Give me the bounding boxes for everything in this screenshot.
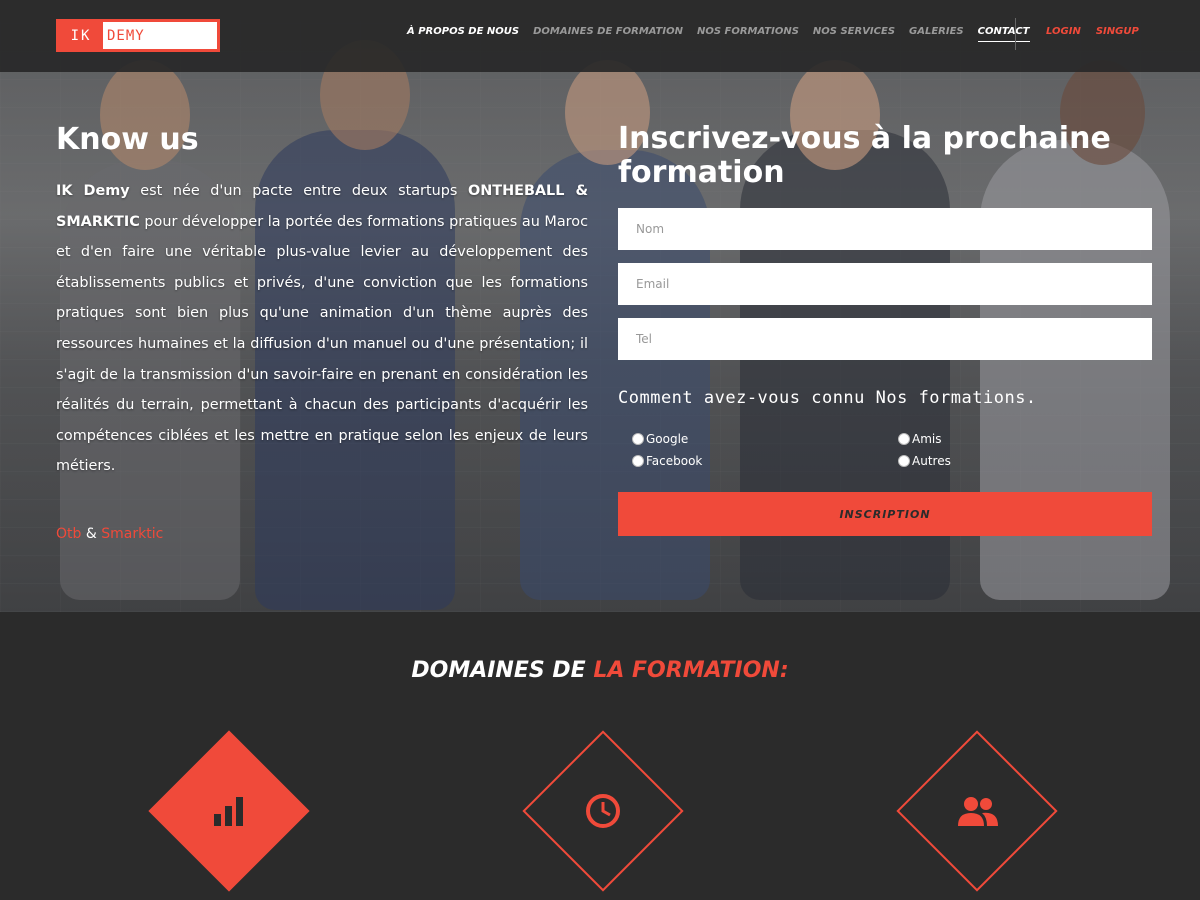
domaines-title-red: LA FORMATION: [593,658,789,683]
name-input[interactable]: Nom [618,208,1152,250]
radio-label: Facebook [646,454,703,468]
know-us-title: Know us [56,122,199,157]
tel-input[interactable]: Tel [618,318,1152,360]
nav-item-contact[interactable]: CONTACT [977,26,1030,42]
know-us-text: IK Demy est née d'un pacte entre deux st… [56,176,588,482]
brand-name: IK Demy [56,183,130,199]
signup-link[interactable]: SINGUP [1096,26,1139,37]
domaines-title-white: DOMAINES DE [411,658,594,683]
radio-label: Autres [912,454,951,468]
nav-item-a-propos[interactable]: À PROPOS DE NOUS [407,26,519,42]
signature-smarktic[interactable]: Smarktic [101,526,163,542]
domaines-title: DOMAINES DE LA FORMATION: [0,658,1200,683]
nav-divider [1015,18,1016,50]
users-icon [955,791,1001,831]
radio-button-icon[interactable] [632,455,644,467]
radio-google[interactable]: Google [632,432,688,446]
email-input[interactable]: Email [618,263,1152,305]
brand-logo[interactable]: IK DEMY [56,19,220,52]
know-text-part-2: pour développer la portée des formations… [56,213,588,475]
signature-otb[interactable]: Otb [56,526,81,542]
clock-icon [583,791,623,831]
form-title: Inscrivez-vous à la prochaine formation [618,121,1111,190]
nav-item-domaines[interactable]: DOMAINES DE FORMATION [533,26,683,42]
nav-item-galeries[interactable]: GALERIES [909,26,964,42]
signature-amp: & [81,526,102,542]
logo-ik: IK [70,27,92,44]
bar-chart-icon [209,791,249,831]
radio-facebook[interactable]: Facebook [632,454,702,468]
main-nav: À PROPOS DE NOUS DOMAINES DE FORMATION N… [407,26,1030,42]
signature: Otb & Smarktic [56,526,163,542]
radio-amis[interactable]: Amis [898,432,941,446]
inscription-button[interactable]: INSCRIPTION [618,492,1152,536]
logo-demy: DEMY [103,22,217,49]
auth-links: LOGIN SINGUP [1046,26,1139,37]
radio-autres[interactable]: Autres [898,454,951,468]
radio-button-icon[interactable] [632,433,644,445]
source-question: Comment avez-vous connu Nos formations. [618,388,1037,408]
radio-label: Amis [912,432,942,446]
top-navbar: IK DEMY À PROPOS DE NOUS DOMAINES DE FOR… [0,0,1200,72]
nav-item-services[interactable]: NOS SERVICES [813,26,895,42]
radio-button-icon[interactable] [898,433,910,445]
know-text-part-1: est née d'un pacte entre deux startups [129,183,468,199]
nav-item-formations[interactable]: NOS FORMATIONS [697,26,799,42]
radio-button-icon[interactable] [898,455,910,467]
login-link[interactable]: LOGIN [1046,26,1081,37]
radio-label: Google [646,432,689,446]
